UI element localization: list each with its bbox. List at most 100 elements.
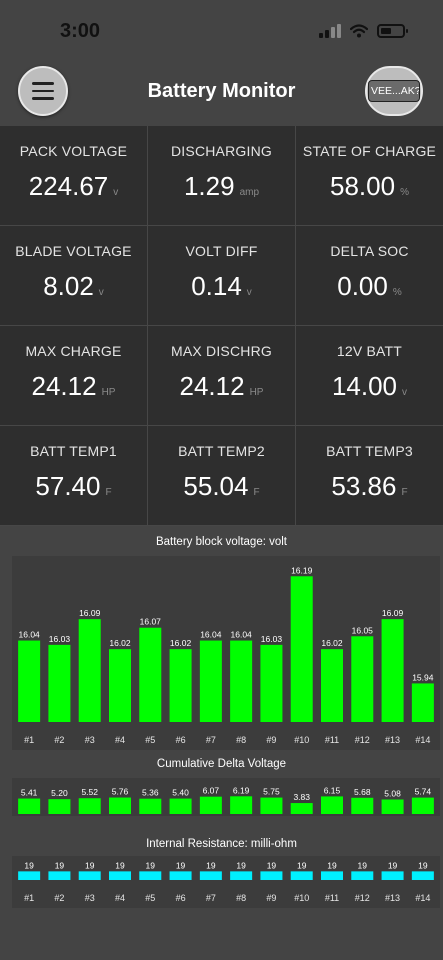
chart-category-label: #7 bbox=[206, 893, 216, 903]
chart-bar bbox=[169, 871, 192, 880]
chart-category-label: #10 bbox=[294, 893, 309, 903]
cellular-signal-icon bbox=[319, 24, 341, 38]
chart-data-label: 19 bbox=[24, 860, 34, 870]
chart-bar bbox=[381, 619, 404, 722]
chart-category-label: #2 bbox=[54, 893, 64, 903]
metric-value-row: 0.00% bbox=[337, 271, 402, 302]
metric-unit: HP bbox=[249, 387, 264, 398]
metric-value-row: 0.14 v bbox=[191, 271, 252, 302]
metric-value-row: 58.00% bbox=[330, 171, 409, 202]
chart-data-label: 16.19 bbox=[291, 565, 313, 575]
chart-category-label: #12 bbox=[355, 893, 370, 903]
chart-data-label: 5.75 bbox=[263, 787, 280, 797]
metric-unit: F bbox=[105, 487, 112, 498]
chart-bar bbox=[411, 797, 434, 814]
chart-category-label: #1 bbox=[24, 893, 34, 903]
chart-category-label: #6 bbox=[176, 735, 186, 745]
chart-bar bbox=[230, 640, 253, 722]
chart-bar bbox=[290, 576, 313, 722]
chart-data-label: 5.40 bbox=[172, 788, 189, 798]
metric-value: 24.12 bbox=[31, 371, 97, 401]
metric-label: MAX DISCHRG bbox=[171, 343, 272, 359]
metric-value: 0.14 bbox=[191, 271, 242, 301]
chart-bar bbox=[48, 871, 71, 880]
metric-value-row: 8.02 v bbox=[43, 271, 104, 302]
chart-bar bbox=[260, 871, 283, 880]
chart-category-label: #4 bbox=[115, 735, 125, 745]
chart-category-label: #8 bbox=[236, 735, 246, 745]
metric-value: 14.00 bbox=[331, 371, 398, 401]
block-voltage-chart-panel: 16.04 #1 16.03 #2 16.09 #3 16.02 #4 16.07 #5 16.02… bbox=[12, 556, 440, 750]
metric-label: BLADE VOLTAGE bbox=[15, 243, 132, 259]
chart-category-label: #3 bbox=[85, 735, 95, 745]
metric-label: BATT TEMP2 bbox=[178, 443, 265, 459]
chart-bar bbox=[411, 683, 434, 722]
chart-data-label: 5.41 bbox=[21, 788, 38, 798]
chart-data-label: 19 bbox=[388, 860, 398, 870]
chart-category-label: #9 bbox=[266, 893, 276, 903]
chart-data-label: 19 bbox=[206, 860, 216, 870]
chart-data-label: 19 bbox=[358, 860, 368, 870]
chart-category-label: #13 bbox=[385, 735, 400, 745]
metric-label: DISCHARGING bbox=[171, 143, 272, 159]
chart-data-label: 16.02 bbox=[170, 638, 192, 648]
chart-data-label: 5.08 bbox=[384, 788, 401, 798]
chart-category-label: #6 bbox=[176, 893, 186, 903]
chart-bar bbox=[169, 798, 192, 814]
chart-category-label: #1 bbox=[24, 735, 34, 745]
metric-value-row: 14.00 v bbox=[332, 371, 407, 402]
cumulative-delta-chart: 5.41 5.20 5.52 5.76 5.36 5.40 6.07 6.19 5.75 3.83… bbox=[18, 785, 434, 814]
cumulative-delta-chart-panel: 5.41 5.20 5.52 5.76 5.36 5.40 6.07 6.19 5.75 3.83… bbox=[12, 778, 440, 816]
chart-category-label: #8 bbox=[236, 893, 246, 903]
chart-data-label: 19 bbox=[327, 860, 337, 870]
chart-data-label: 6.07 bbox=[203, 786, 220, 796]
chart-bar bbox=[411, 871, 434, 880]
status-icons bbox=[319, 24, 408, 38]
metric-value: 24.12 bbox=[179, 371, 245, 401]
chart-bar bbox=[199, 871, 222, 880]
status-time: 3:00 bbox=[60, 20, 101, 42]
chart-bar bbox=[290, 803, 313, 814]
metric-value-row: 55.04 F bbox=[183, 471, 259, 502]
chart-data-label: 19 bbox=[176, 860, 186, 870]
chart-data-label: 19 bbox=[85, 860, 95, 870]
chart-title-block-voltage: Battery block voltage: volt bbox=[155, 536, 288, 548]
chart-data-label: 16.09 bbox=[79, 608, 101, 618]
chart-bar bbox=[321, 796, 343, 814]
chart-data-label: 19 bbox=[55, 860, 65, 870]
metric-value-row: 24.12 HP bbox=[32, 371, 116, 402]
battery-status-icon bbox=[377, 24, 408, 38]
chart-data-label: 5.74 bbox=[415, 787, 432, 797]
metric-unit: % bbox=[392, 287, 402, 298]
metric-value-row: 57.40 F bbox=[35, 471, 111, 502]
wifi-icon bbox=[350, 24, 368, 38]
chart-data-label: 16.04 bbox=[19, 630, 41, 640]
block-voltage-chart: 16.04 #1 16.03 #2 16.09 #3 16.02 #4 16.07 #5 16.02… bbox=[18, 565, 434, 745]
metric-label: STATE OF CHARGE bbox=[302, 143, 437, 159]
app-header: Battery Monitor VEE...AK? bbox=[0, 62, 443, 126]
chart-category-label: #11 bbox=[325, 893, 339, 903]
chart-data-label: 5.20 bbox=[51, 788, 68, 798]
chart-data-label: 16.03 bbox=[261, 634, 283, 644]
metric-tile: PACK VOLTAGE 224.67 v bbox=[0, 126, 148, 226]
device-button-label: VEE...AK? bbox=[368, 80, 420, 102]
chart-bar bbox=[381, 799, 404, 814]
chart-data-label: 16.09 bbox=[382, 608, 404, 618]
chart-bar bbox=[351, 871, 374, 880]
metric-value: 57.40 bbox=[35, 471, 101, 501]
chart-data-label: 19 bbox=[236, 860, 246, 870]
metric-value: 224.67 bbox=[28, 171, 109, 201]
metric-label: MAX CHARGE bbox=[25, 343, 122, 359]
chart-title-internal-resistance: Internal Resistance: milli-ohm bbox=[146, 838, 297, 850]
chart-bar bbox=[351, 636, 374, 722]
metric-tile: DELTA SOC 0.00% bbox=[296, 226, 443, 326]
chart-bar bbox=[169, 649, 192, 722]
chart-data-label: 16.03 bbox=[49, 634, 71, 644]
chart-data-label: 6.19 bbox=[233, 785, 250, 795]
chart-bar bbox=[230, 796, 253, 814]
chart-bar bbox=[381, 871, 404, 880]
device-button[interactable]: VEE...AK? bbox=[365, 66, 423, 116]
chart-data-label: 19 bbox=[146, 860, 156, 870]
chart-bar bbox=[351, 797, 374, 814]
chart-category-label: #2 bbox=[54, 735, 64, 745]
